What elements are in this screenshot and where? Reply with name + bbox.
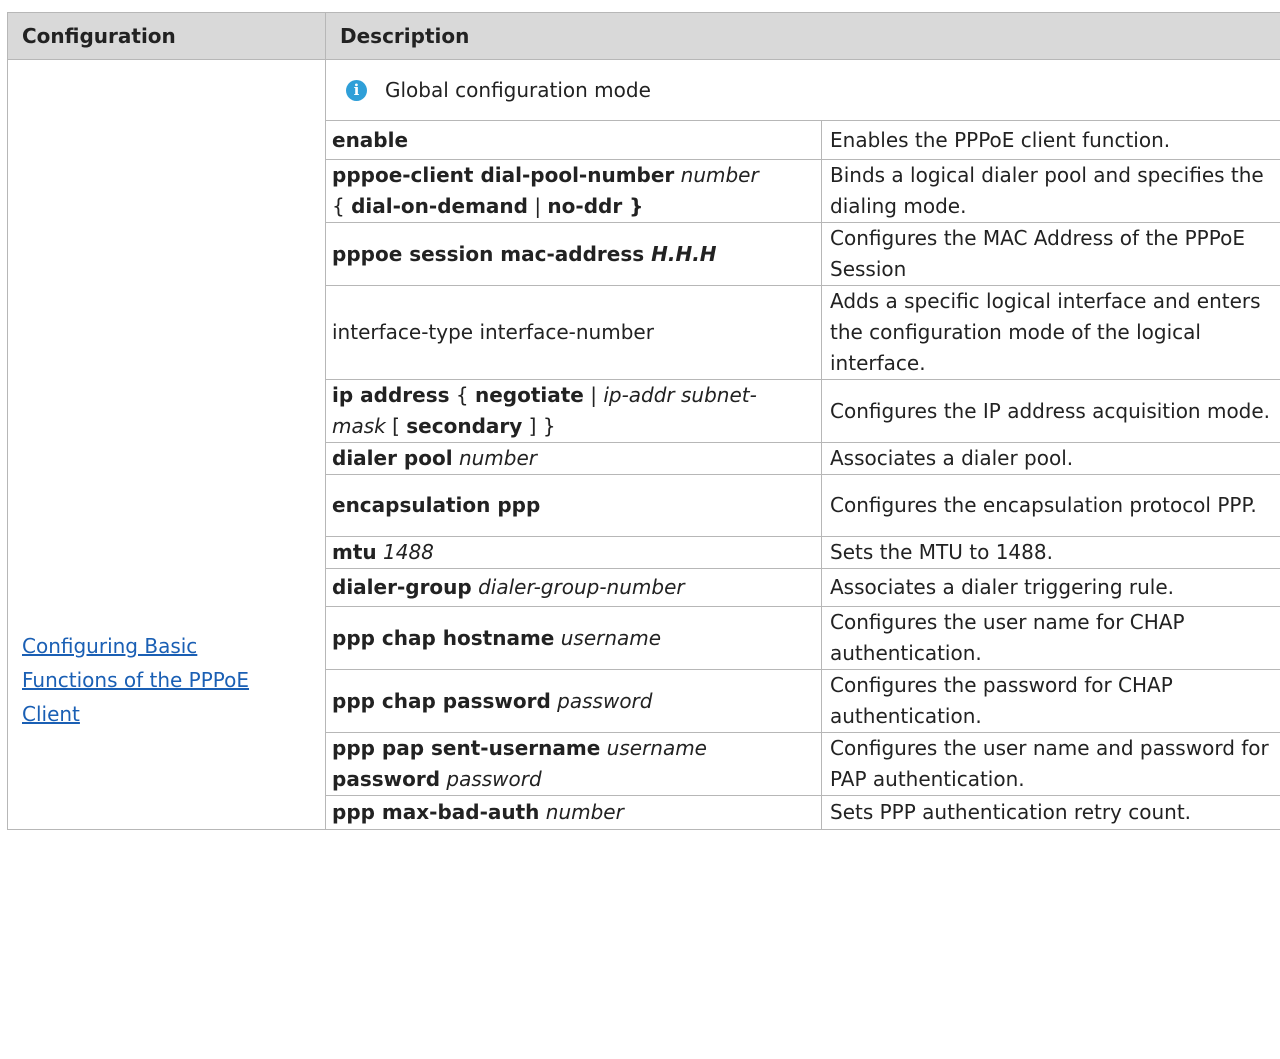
command-segment: interface-type interface-number bbox=[332, 320, 654, 344]
description-cell: Configures the user name for CHAP authen… bbox=[820, 606, 1280, 670]
command-cell: ppp max-bad-auth number bbox=[325, 795, 822, 830]
command-segment: dialer-group bbox=[332, 575, 472, 599]
command-segment: ppp chap hostname bbox=[332, 625, 555, 650]
command-segment: 1488 bbox=[383, 540, 434, 564]
description-cell: Configures the user name and password fo… bbox=[820, 732, 1280, 796]
command-segment: number bbox=[680, 163, 759, 187]
command-cell: interface-type interface-number bbox=[325, 285, 822, 380]
command-cell: ip address { negotiate | ip-addr subnet-… bbox=[325, 379, 822, 443]
command-segment: number bbox=[545, 800, 624, 824]
info-icon: i bbox=[346, 79, 367, 101]
header-description: Description bbox=[324, 12, 1280, 60]
command-segment: ppp pap sent-username bbox=[332, 736, 601, 760]
command-cell: ppp chap password password bbox=[325, 669, 822, 733]
command-segment: dialer pool bbox=[332, 446, 453, 470]
command-cell: ppp chap hostname username bbox=[325, 606, 822, 670]
mode-cell: i Global configuration mode bbox=[324, 59, 1280, 121]
config-link-basic-functions[interactable]: Configuring Basic Functions of the PPPoE… bbox=[22, 634, 249, 726]
command-segment: ip-addr subnet- bbox=[603, 383, 757, 407]
command-segment: pppoe-client dial-pool-number bbox=[332, 163, 675, 187]
command-cell: dialer pool number bbox=[325, 442, 822, 475]
command-cell: pppoe-client dial-pool-number number { di… bbox=[325, 159, 822, 223]
configuration-cell: Configuring Basic Functions of the PPPoE… bbox=[7, 59, 326, 830]
description-cell: Sets the MTU to 1488. bbox=[820, 536, 1280, 569]
command-cell: mtu 1488 bbox=[325, 536, 822, 569]
command-cell: enable bbox=[325, 120, 822, 160]
command-cell: ppp pap sent-username username password p… bbox=[325, 732, 822, 796]
description-cell: Configures the encapsulation protocol PP… bbox=[820, 474, 1280, 537]
command-segment: password bbox=[557, 688, 653, 713]
description-cell: Enables the PPPoE client function. bbox=[820, 120, 1280, 160]
command-segment: secondary bbox=[406, 414, 523, 438]
command-segment: username bbox=[560, 625, 662, 650]
command-segment: ip address bbox=[332, 383, 450, 407]
description-cell: Configures the password for CHAP authent… bbox=[820, 669, 1280, 733]
command-segment: ppp chap password bbox=[332, 688, 551, 713]
command-segment: ppp max-bad-auth bbox=[332, 800, 540, 824]
command-segment: encapsulation ppp bbox=[332, 493, 541, 517]
description-cell: Sets PPP authentication retry count. bbox=[820, 795, 1280, 830]
description-cell: Configures the MAC Address of the PPPoE … bbox=[820, 222, 1280, 286]
command-segment: | bbox=[583, 383, 604, 407]
command-segment: | bbox=[527, 194, 548, 218]
command-segment: { bbox=[449, 383, 475, 407]
mode-row: Configuring Basic Functions of the PPPoE… bbox=[7, 59, 1280, 830]
description-cell: Associates a dialer triggering rule. bbox=[820, 568, 1280, 607]
command-segment: password bbox=[332, 767, 441, 791]
command-segment: pppoe session mac-address bbox=[332, 241, 652, 266]
header-configuration: Configuration bbox=[7, 12, 326, 60]
description-cell: Adds a specific logical interface and en… bbox=[820, 285, 1280, 380]
command-segment: password bbox=[446, 767, 542, 791]
command-segment: number bbox=[458, 446, 537, 470]
command-cell: pppoe session mac-address H.H.H bbox=[325, 222, 822, 286]
command-cell: dialer-group dialer-group-number bbox=[325, 568, 822, 607]
configuration-table: Configuration Description Configuring Ba… bbox=[7, 12, 1280, 830]
description-cell: Associates a dialer pool. bbox=[820, 442, 1280, 475]
command-segment: H.H.H bbox=[651, 241, 717, 266]
command-segment: { bbox=[332, 194, 352, 218]
command-segment: mtu bbox=[332, 540, 377, 564]
command-segment: negotiate bbox=[474, 383, 584, 407]
table-header-row: Configuration Description bbox=[7, 12, 1280, 60]
description-cell: Configures the IP address acquisition mo… bbox=[820, 379, 1280, 443]
mode-label: Global configuration mode bbox=[385, 77, 651, 102]
command-segment: ] } bbox=[522, 414, 556, 438]
command-segment: enable bbox=[332, 127, 409, 152]
description-cell: Binds a logical dialer pool and specifie… bbox=[820, 159, 1280, 223]
command-segment: username bbox=[606, 736, 707, 760]
command-segment: no-ddr } bbox=[547, 194, 644, 218]
command-segment: mask bbox=[332, 414, 386, 438]
command-segment: dialer-group-number bbox=[478, 575, 685, 599]
command-segment: [ bbox=[385, 414, 407, 438]
command-segment: dial-on-demand bbox=[351, 194, 528, 218]
command-cell: encapsulation ppp bbox=[325, 474, 822, 537]
